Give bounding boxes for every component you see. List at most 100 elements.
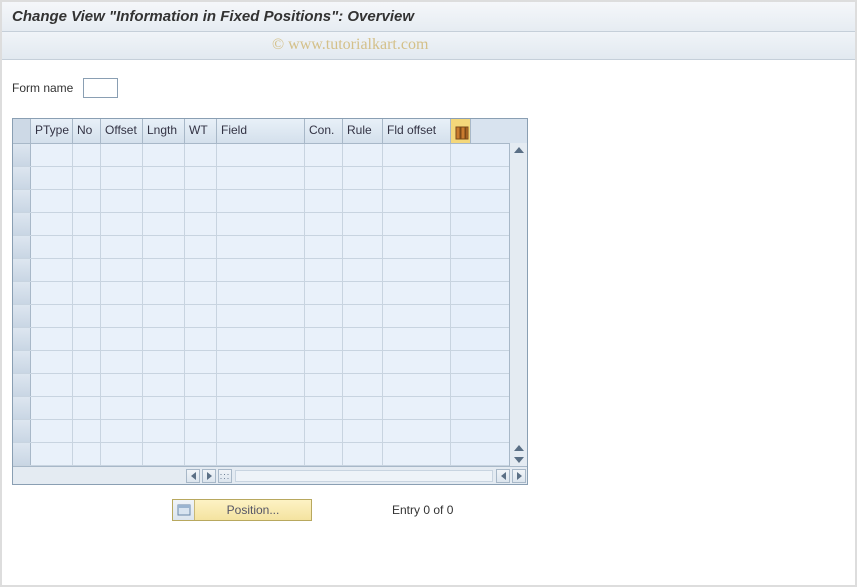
- cell[interactable]: [31, 213, 73, 235]
- cell[interactable]: [305, 236, 343, 258]
- scroll-right-end-icon[interactable]: [512, 469, 526, 483]
- cell[interactable]: [217, 213, 305, 235]
- hscroll-track[interactable]: [235, 470, 493, 482]
- cell[interactable]: [101, 167, 143, 189]
- cell[interactable]: [143, 236, 185, 258]
- cell[interactable]: [305, 420, 343, 442]
- cell[interactable]: [143, 282, 185, 304]
- cell[interactable]: [143, 213, 185, 235]
- cell[interactable]: [217, 351, 305, 373]
- table-row[interactable]: [13, 443, 527, 466]
- cell[interactable]: [383, 374, 451, 396]
- cell[interactable]: [101, 420, 143, 442]
- col-header-wt[interactable]: WT: [185, 119, 217, 143]
- cell[interactable]: [185, 328, 217, 350]
- cell[interactable]: [101, 351, 143, 373]
- table-config-icon[interactable]: [451, 119, 471, 143]
- cell[interactable]: [73, 351, 101, 373]
- table-row[interactable]: [13, 213, 527, 236]
- cell[interactable]: [305, 397, 343, 419]
- row-selector[interactable]: [13, 374, 31, 396]
- cell[interactable]: [305, 305, 343, 327]
- cell[interactable]: [217, 144, 305, 166]
- cell[interactable]: [101, 305, 143, 327]
- cell[interactable]: [143, 443, 185, 465]
- cell[interactable]: [383, 167, 451, 189]
- cell[interactable]: [185, 397, 217, 419]
- cell[interactable]: [383, 190, 451, 212]
- cell[interactable]: [305, 167, 343, 189]
- row-selector[interactable]: [13, 420, 31, 442]
- cell[interactable]: [343, 397, 383, 419]
- cell[interactable]: [101, 397, 143, 419]
- row-selector[interactable]: [13, 190, 31, 212]
- cell[interactable]: [383, 397, 451, 419]
- cell[interactable]: [217, 420, 305, 442]
- col-header-ptype[interactable]: PType: [31, 119, 73, 143]
- cell[interactable]: [343, 305, 383, 327]
- col-header-no[interactable]: No: [73, 119, 101, 143]
- cell[interactable]: [31, 144, 73, 166]
- scroll-up-icon[interactable]: [514, 147, 524, 153]
- scroll-down2-icon[interactable]: [514, 457, 524, 463]
- cell[interactable]: [217, 259, 305, 281]
- cell[interactable]: [143, 420, 185, 442]
- row-selector[interactable]: [13, 213, 31, 235]
- table-row[interactable]: [13, 305, 527, 328]
- table-row[interactable]: [13, 259, 527, 282]
- cell[interactable]: [101, 259, 143, 281]
- cell[interactable]: [343, 374, 383, 396]
- cell[interactable]: [73, 305, 101, 327]
- table-row[interactable]: [13, 282, 527, 305]
- cell[interactable]: [343, 190, 383, 212]
- cell[interactable]: [143, 144, 185, 166]
- scroll-right-icon[interactable]: [202, 469, 216, 483]
- row-selector[interactable]: [13, 259, 31, 281]
- cell[interactable]: [217, 374, 305, 396]
- table-row[interactable]: [13, 144, 527, 167]
- cell[interactable]: [185, 190, 217, 212]
- cell[interactable]: [343, 167, 383, 189]
- cell[interactable]: [73, 420, 101, 442]
- cell[interactable]: [143, 397, 185, 419]
- cell[interactable]: [383, 213, 451, 235]
- cell[interactable]: [305, 443, 343, 465]
- cell[interactable]: [343, 282, 383, 304]
- cell[interactable]: [343, 443, 383, 465]
- scroll-expand-icon[interactable]: :::: [218, 469, 232, 483]
- cell[interactable]: [185, 167, 217, 189]
- row-selector[interactable]: [13, 397, 31, 419]
- cell[interactable]: [185, 443, 217, 465]
- table-row[interactable]: [13, 167, 527, 190]
- cell[interactable]: [31, 397, 73, 419]
- cell[interactable]: [305, 351, 343, 373]
- cell[interactable]: [73, 236, 101, 258]
- cell[interactable]: [101, 144, 143, 166]
- table-row[interactable]: [13, 397, 527, 420]
- cell[interactable]: [143, 190, 185, 212]
- cell[interactable]: [73, 167, 101, 189]
- cell[interactable]: [305, 213, 343, 235]
- cell[interactable]: [383, 282, 451, 304]
- position-button[interactable]: Position...: [172, 499, 312, 521]
- col-header-fldoffset[interactable]: Fld offset: [383, 119, 451, 143]
- cell[interactable]: [143, 328, 185, 350]
- cell[interactable]: [101, 443, 143, 465]
- table-row[interactable]: [13, 351, 527, 374]
- cell[interactable]: [217, 167, 305, 189]
- cell[interactable]: [383, 328, 451, 350]
- cell[interactable]: [305, 328, 343, 350]
- table-row[interactable]: [13, 236, 527, 259]
- cell[interactable]: [143, 305, 185, 327]
- cell[interactable]: [383, 144, 451, 166]
- cell[interactable]: [31, 167, 73, 189]
- cell[interactable]: [101, 190, 143, 212]
- cell[interactable]: [31, 305, 73, 327]
- cell[interactable]: [383, 443, 451, 465]
- cell[interactable]: [31, 236, 73, 258]
- cell[interactable]: [343, 328, 383, 350]
- col-header-offset[interactable]: Offset: [101, 119, 143, 143]
- cell[interactable]: [383, 351, 451, 373]
- select-all-corner[interactable]: [13, 119, 31, 143]
- row-selector[interactable]: [13, 328, 31, 350]
